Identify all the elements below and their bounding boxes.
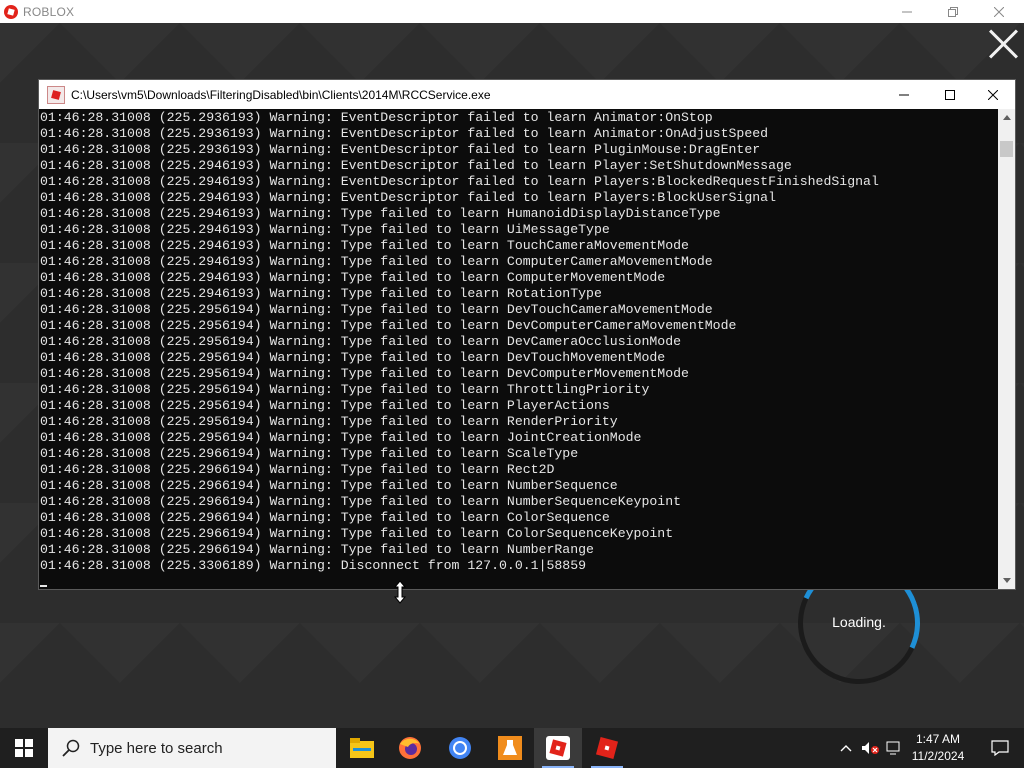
log-line: 01:46:28.31008 (225.2966194) Warning: Ty… bbox=[40, 478, 618, 493]
log-line: 01:46:28.31008 (225.2956194) Warning: Ty… bbox=[40, 334, 682, 349]
windows-icon bbox=[15, 739, 33, 757]
log-line: 01:46:28.31008 (225.2956194) Warning: Ty… bbox=[40, 382, 650, 397]
log-line: 01:46:28.31008 (225.2956194) Warning: Ty… bbox=[40, 318, 737, 333]
log-line: 01:46:28.31008 (225.2946193) Warning: Ev… bbox=[40, 174, 879, 189]
text-cursor bbox=[40, 585, 47, 587]
log-line: 01:46:28.31008 (225.2936193) Warning: Ev… bbox=[40, 142, 761, 157]
log-list: 01:46:28.31008 (225.2936193) Warning: Ev… bbox=[39, 109, 998, 574]
search-placeholder: Type here to search bbox=[90, 739, 223, 757]
log-line: 01:46:28.31008 (225.2956194) Warning: Ty… bbox=[40, 302, 713, 317]
start-button[interactable] bbox=[0, 728, 48, 768]
console-scrollbar[interactable] bbox=[998, 109, 1015, 589]
log-line: 01:46:28.31008 (225.2946193) Warning: Ty… bbox=[40, 206, 721, 221]
network-icon[interactable] bbox=[882, 728, 906, 768]
clock-time: 1:47 AM bbox=[915, 732, 961, 746]
taskbar-file-explorer[interactable] bbox=[338, 728, 386, 768]
log-line: 01:46:28.31008 (225.2946193) Warning: Ev… bbox=[40, 190, 776, 205]
restore-icon[interactable] bbox=[930, 0, 976, 23]
log-line: 01:46:28.31008 (225.2936193) Warning: Ev… bbox=[40, 110, 713, 125]
taskbar-roblox-player[interactable] bbox=[534, 728, 582, 768]
log-line: 01:46:28.31008 (225.2966194) Warning: Ty… bbox=[40, 446, 579, 461]
log-line: 01:46:28.31008 (225.2946193) Warning: Ty… bbox=[40, 254, 713, 269]
close-icon[interactable] bbox=[976, 0, 1022, 23]
roblox-window-title: ROBLOX bbox=[23, 4, 75, 19]
tray-overflow-icon[interactable] bbox=[836, 728, 856, 768]
firefox-icon bbox=[399, 737, 421, 759]
roblox-player-icon bbox=[546, 736, 570, 760]
chrome-icon bbox=[449, 737, 471, 759]
taskbar-chrome[interactable] bbox=[436, 728, 484, 768]
console-titlebar[interactable]: C:\Users\vm5\Downloads\FilteringDisabled… bbox=[39, 80, 1015, 109]
log-line: 01:46:28.31008 (225.2946193) Warning: Ty… bbox=[40, 238, 689, 253]
roblox-close-x-icon[interactable] bbox=[987, 28, 1019, 60]
taskbar-roblox-studio[interactable] bbox=[583, 728, 631, 768]
log-line: 01:46:28.31008 (225.2966194) Warning: Ty… bbox=[40, 494, 682, 509]
roblox-titlebar[interactable]: ROBLOX bbox=[0, 0, 1024, 23]
scroll-up-icon[interactable] bbox=[998, 109, 1015, 126]
lab-flask-icon bbox=[498, 736, 522, 760]
minimize-icon[interactable] bbox=[884, 0, 930, 23]
scrollbar-thumb[interactable] bbox=[1000, 141, 1013, 157]
log-line: 01:46:28.31008 (225.2966194) Warning: Ty… bbox=[40, 542, 594, 557]
console-window[interactable]: C:\Users\vm5\Downloads\FilteringDisabled… bbox=[38, 79, 1016, 590]
log-line: 01:46:28.31008 (225.3306189) Warning: Di… bbox=[40, 558, 587, 573]
console-maximize-icon[interactable] bbox=[927, 80, 973, 109]
scroll-down-icon[interactable] bbox=[998, 572, 1015, 589]
log-line: 01:46:28.31008 (225.2956194) Warning: Ty… bbox=[40, 350, 666, 365]
log-line: 01:46:28.31008 (225.2936193) Warning: Ev… bbox=[40, 126, 769, 141]
log-line: 01:46:28.31008 (225.2956194) Warning: Ty… bbox=[40, 414, 618, 429]
rccservice-icon bbox=[47, 85, 65, 104]
console-close-icon[interactable] bbox=[970, 80, 1016, 109]
file-explorer-icon bbox=[350, 738, 374, 758]
log-line: 01:46:28.31008 (225.2956194) Warning: Ty… bbox=[40, 430, 642, 445]
notifications-icon[interactable] bbox=[976, 728, 1024, 768]
log-line: 01:46:28.31008 (225.2946193) Warning: Ty… bbox=[40, 270, 666, 285]
log-line: 01:46:28.31008 (225.2966194) Warning: Ty… bbox=[40, 526, 674, 541]
search-icon bbox=[62, 739, 80, 757]
volume-muted-icon[interactable] bbox=[858, 728, 882, 768]
log-line: 01:46:28.31008 (225.2956194) Warning: Ty… bbox=[40, 366, 689, 381]
clock-date: 11/2/2024 bbox=[911, 749, 965, 763]
log-line: 01:46:28.31008 (225.2956194) Warning: Ty… bbox=[40, 398, 610, 413]
taskbar: Type here to search 1:47 AM 11/2/2024 bbox=[0, 728, 1024, 768]
loading-label: Loading. bbox=[832, 614, 886, 630]
log-line: 01:46:28.31008 (225.2946193) Warning: Ty… bbox=[40, 286, 602, 301]
roblox-studio-icon bbox=[595, 736, 619, 760]
log-line: 01:46:28.31008 (225.2966194) Warning: Ty… bbox=[40, 462, 555, 477]
log-line: 01:46:28.31008 (225.2946193) Warning: Ev… bbox=[40, 158, 792, 173]
log-line: 01:46:28.31008 (225.2966194) Warning: Ty… bbox=[40, 510, 610, 525]
console-minimize-icon[interactable] bbox=[881, 80, 927, 109]
console-output[interactable]: 01:46:28.31008 (225.2936193) Warning: Ev… bbox=[39, 109, 998, 589]
system-clock[interactable]: 1:47 AM 11/2/2024 bbox=[908, 731, 968, 765]
taskbar-lab-app[interactable] bbox=[486, 728, 534, 768]
search-input[interactable]: Type here to search bbox=[48, 728, 336, 768]
resize-cursor-icon bbox=[393, 580, 407, 609]
roblox-logo-icon bbox=[4, 4, 18, 19]
taskbar-firefox[interactable] bbox=[386, 728, 434, 768]
log-line: 01:46:28.31008 (225.2946193) Warning: Ty… bbox=[40, 222, 610, 237]
console-window-title: C:\Users\vm5\Downloads\FilteringDisabled… bbox=[71, 87, 491, 102]
